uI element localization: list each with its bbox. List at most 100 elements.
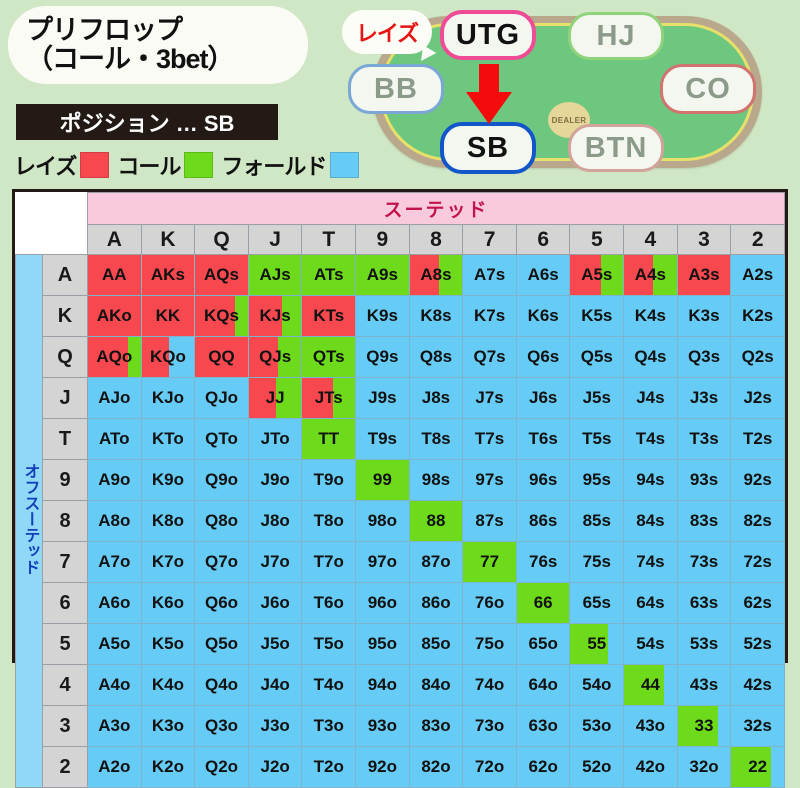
hand-cell-A2s[interactable]: A2s (730, 254, 785, 296)
hand-cell-AKo[interactable]: AKo (87, 295, 142, 337)
hand-cell-KK[interactable]: KK (140, 295, 196, 337)
hand-cell-96s[interactable]: 96s (515, 459, 571, 501)
hand-cell-J8o[interactable]: J8o (247, 500, 303, 542)
hand-cell-K7s[interactable]: K7s (462, 295, 517, 337)
hand-cell-93o[interactable]: 93o (355, 705, 410, 747)
hand-cell-43o[interactable]: 43o (623, 705, 678, 747)
hand-cell-J9s[interactable]: J9s (355, 377, 410, 419)
hand-cell-72o[interactable]: 72o (462, 746, 517, 788)
hand-cell-65o[interactable]: 65o (515, 623, 571, 665)
hand-cell-99[interactable]: 99 (355, 459, 410, 501)
hand-cell-K8s[interactable]: K8s (408, 295, 464, 337)
hand-cell-Q8s[interactable]: Q8s (408, 336, 464, 378)
hand-cell-T5o[interactable]: T5o (301, 623, 357, 665)
hand-cell-JTo[interactable]: JTo (247, 418, 303, 460)
hand-cell-K3o[interactable]: K3o (140, 705, 196, 747)
hand-cell-86s[interactable]: 86s (515, 500, 571, 542)
hand-cell-A7s[interactable]: A7s (462, 254, 517, 296)
hand-cell-A3s[interactable]: A3s (676, 254, 732, 296)
hand-cell-AJs[interactable]: AJs (247, 254, 303, 296)
hand-cell-ATs[interactable]: ATs (301, 254, 357, 296)
hand-cell-A9o[interactable]: A9o (87, 459, 142, 501)
hand-cell-K2o[interactable]: K2o (140, 746, 196, 788)
hand-cell-32s[interactable]: 32s (730, 705, 785, 747)
hand-cell-J3o[interactable]: J3o (247, 705, 303, 747)
hand-cell-QQ[interactable]: QQ (194, 336, 249, 378)
hand-cell-74s[interactable]: 74s (623, 541, 678, 583)
hand-cell-A8o[interactable]: A8o (87, 500, 142, 542)
hand-cell-95o[interactable]: 95o (355, 623, 410, 665)
hand-cell-73s[interactable]: 73s (676, 541, 732, 583)
hand-cell-AQs[interactable]: AQs (194, 254, 249, 296)
hand-cell-T3o[interactable]: T3o (301, 705, 357, 747)
hand-cell-J2s[interactable]: J2s (730, 377, 785, 419)
hand-cell-98s[interactable]: 98s (408, 459, 464, 501)
hand-cell-QJo[interactable]: QJo (194, 377, 249, 419)
hand-cell-A4s[interactable]: A4s (623, 254, 678, 296)
hand-cell-32o[interactable]: 32o (676, 746, 732, 788)
hand-cell-AKs[interactable]: AKs (140, 254, 196, 296)
hand-cell-K6s[interactable]: K6s (515, 295, 571, 337)
hand-cell-A3o[interactable]: A3o (87, 705, 142, 747)
hand-cell-64s[interactable]: 64s (623, 582, 678, 624)
hand-cell-Q2s[interactable]: Q2s (730, 336, 785, 378)
hand-cell-Q7o[interactable]: Q7o (194, 541, 249, 583)
hand-cell-K3s[interactable]: K3s (676, 295, 732, 337)
hand-cell-83s[interactable]: 83s (676, 500, 732, 542)
hand-cell-KTs[interactable]: KTs (301, 295, 357, 337)
hand-cell-A2o[interactable]: A2o (87, 746, 142, 788)
hand-cell-T7o[interactable]: T7o (301, 541, 357, 583)
hand-cell-53o[interactable]: 53o (569, 705, 625, 747)
hand-cell-94s[interactable]: 94s (623, 459, 678, 501)
hand-cell-J3s[interactable]: J3s (676, 377, 732, 419)
hand-cell-K5s[interactable]: K5s (569, 295, 625, 337)
hand-cell-85o[interactable]: 85o (408, 623, 464, 665)
hand-cell-52o[interactable]: 52o (569, 746, 625, 788)
hand-cell-33[interactable]: 33 (676, 705, 732, 747)
hand-cell-75s[interactable]: 75s (569, 541, 625, 583)
hand-cell-42s[interactable]: 42s (730, 664, 785, 706)
hand-cell-ATo[interactable]: ATo (87, 418, 142, 460)
hand-cell-77[interactable]: 77 (462, 541, 517, 583)
hand-cell-73o[interactable]: 73o (462, 705, 517, 747)
hand-cell-KJs[interactable]: KJs (247, 295, 303, 337)
hand-cell-T9s[interactable]: T9s (355, 418, 410, 460)
hand-cell-A5s[interactable]: A5s (569, 254, 625, 296)
hand-cell-J5s[interactable]: J5s (569, 377, 625, 419)
hand-cell-A5o[interactable]: A5o (87, 623, 142, 665)
hand-cell-K8o[interactable]: K8o (140, 500, 196, 542)
hand-cell-A6o[interactable]: A6o (87, 582, 142, 624)
hand-cell-JJ[interactable]: JJ (247, 377, 303, 419)
hand-cell-88[interactable]: 88 (408, 500, 464, 542)
hand-cell-94o[interactable]: 94o (355, 664, 410, 706)
hand-cell-76o[interactable]: 76o (462, 582, 517, 624)
hand-cell-TT[interactable]: TT (301, 418, 357, 460)
hand-cell-85s[interactable]: 85s (569, 500, 625, 542)
hand-cell-76s[interactable]: 76s (515, 541, 571, 583)
hand-cell-Q6s[interactable]: Q6s (515, 336, 571, 378)
hand-cell-T2s[interactable]: T2s (730, 418, 785, 460)
hand-cell-KTo[interactable]: KTo (140, 418, 196, 460)
hand-cell-75o[interactable]: 75o (462, 623, 517, 665)
hand-cell-J4o[interactable]: J4o (247, 664, 303, 706)
hand-cell-J2o[interactable]: J2o (247, 746, 303, 788)
hand-cell-22[interactable]: 22 (730, 746, 785, 788)
hand-cell-95s[interactable]: 95s (569, 459, 625, 501)
hand-cell-QJs[interactable]: QJs (247, 336, 303, 378)
hand-cell-KJo[interactable]: KJo (140, 377, 196, 419)
hand-cell-Q2o[interactable]: Q2o (194, 746, 249, 788)
hand-cell-93s[interactable]: 93s (676, 459, 732, 501)
hand-cell-AJo[interactable]: AJo (87, 377, 142, 419)
hand-cell-52s[interactable]: 52s (730, 623, 785, 665)
hand-cell-Q6o[interactable]: Q6o (194, 582, 249, 624)
hand-cell-92s[interactable]: 92s (730, 459, 785, 501)
hand-cell-K5o[interactable]: K5o (140, 623, 196, 665)
hand-cell-K9o[interactable]: K9o (140, 459, 196, 501)
hand-cell-K2s[interactable]: K2s (730, 295, 785, 337)
hand-cell-A7o[interactable]: A7o (87, 541, 142, 583)
hand-cell-J6s[interactable]: J6s (515, 377, 571, 419)
hand-cell-J7o[interactable]: J7o (247, 541, 303, 583)
hand-cell-KQs[interactable]: KQs (194, 295, 249, 337)
hand-cell-98o[interactable]: 98o (355, 500, 410, 542)
hand-cell-AQo[interactable]: AQo (87, 336, 142, 378)
